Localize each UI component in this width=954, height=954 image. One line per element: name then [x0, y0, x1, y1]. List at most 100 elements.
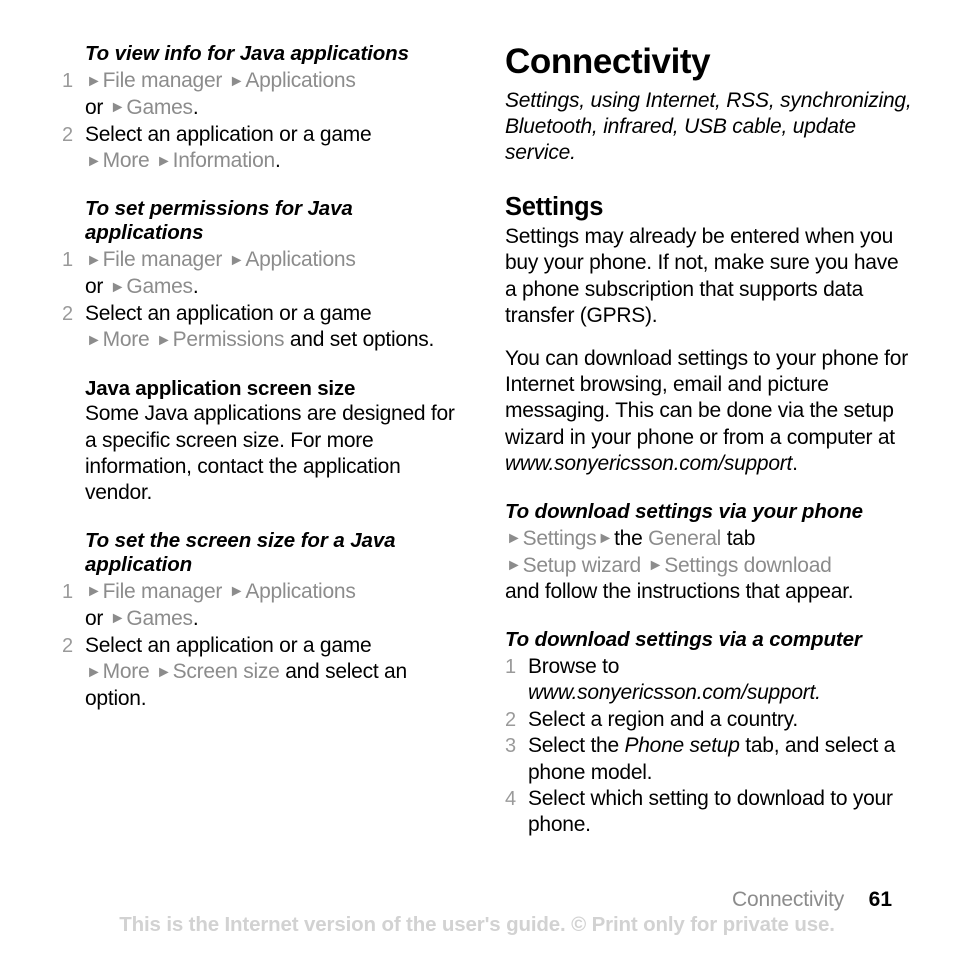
menu-token: Permissions — [172, 328, 285, 352]
menu-token: Games — [126, 275, 193, 299]
procedure-steps: 1 ►File manager ►Applications or ►Games. … — [62, 579, 462, 713]
list-item: 1 ►File manager ►Applications or ►Games. — [62, 68, 462, 122]
step-text: Select a region and a country. — [528, 708, 798, 731]
list-item: 3 Select the Phone setup tab, and select… — [505, 733, 915, 786]
list-item: 2 Select an application or a game ►More ►… — [62, 301, 462, 354]
step-number: 1 — [62, 249, 73, 272]
menu-arrow-icon: ► — [228, 251, 245, 269]
step-tail: and follow the instructions that appear. — [505, 580, 854, 604]
step-text: Select which setting to download to your… — [528, 787, 893, 836]
step-number: 1 — [505, 655, 516, 678]
procedure-heading: To download settings via a computer — [505, 627, 862, 651]
menu-arrow-icon: ► — [109, 99, 126, 117]
manual-page: To view info for Java applications 1 ►Fi… — [0, 0, 954, 954]
menu-token: File manager — [102, 579, 223, 603]
menu-arrow-icon: ► — [86, 331, 102, 349]
step-lead: Select the — [528, 734, 625, 758]
body-paragraph: Settings may already be entered when you… — [505, 225, 899, 328]
list-item: 2 Select a region and a country. — [505, 707, 915, 733]
menu-arrow-icon: ► — [156, 663, 172, 681]
menu-arrow-icon: ► — [109, 278, 126, 296]
procedure-instruction: ►Settings►the General tab ►Setup wizard ►… — [505, 526, 915, 606]
menu-token: More — [102, 660, 150, 684]
list-item: 2 Select an application or a game ►More ►… — [62, 633, 462, 713]
step-lead: Select an application or a game — [85, 122, 372, 146]
list-item: 2 Select an application or a game ►More ►… — [62, 122, 462, 175]
step-tail: . — [274, 149, 281, 173]
menu-arrow-icon: ► — [86, 251, 102, 269]
step-number: 2 — [62, 123, 73, 146]
menu-token: File manager — [102, 69, 223, 92]
right-column: Connectivity Settings, using Internet, R… — [505, 42, 915, 839]
step-lead: Select a region and a country. — [528, 707, 798, 731]
paragraph-text: You can download settings to your phone … — [505, 346, 908, 449]
menu-arrow-icon: ► — [156, 152, 172, 170]
step-connector: or — [85, 95, 104, 119]
left-column: To view info for Java applications 1 ►Fi… — [62, 42, 462, 712]
step-connector: tab — [726, 526, 756, 550]
step-connector: or — [85, 275, 104, 299]
menu-token: More — [102, 149, 150, 173]
step-number: 1 — [62, 580, 73, 603]
menu-arrow-icon: ► — [647, 557, 664, 575]
running-head: Connectivity — [732, 888, 844, 911]
step-number: 4 — [505, 787, 516, 810]
menu-arrow-icon: ► — [228, 583, 245, 601]
step-lead: Select which setting to download to your… — [528, 786, 893, 837]
step-number: 1 — [62, 70, 73, 92]
step-number: 3 — [505, 735, 516, 758]
page-number: 61 — [868, 888, 892, 911]
step-connector: the — [614, 526, 643, 550]
menu-arrow-icon: ► — [86, 583, 102, 601]
procedure-steps: 1 ►File manager ►Applications or ►Games. … — [62, 68, 462, 175]
menu-token: Games — [126, 606, 193, 630]
step-text: Select the Phone setup tab, and select a… — [528, 734, 895, 783]
subsection-heading: Java application screen size — [85, 377, 356, 401]
menu-token: Applications — [245, 248, 356, 272]
menu-token: Applications — [245, 69, 356, 92]
body-paragraph: Some Java applications are designed for … — [85, 402, 455, 505]
menu-token: Setup wizard — [522, 553, 642, 577]
step-punctuation: . — [192, 95, 199, 119]
menu-arrow-icon: ► — [228, 72, 245, 90]
disclaimer-notice: This is the Internet version of the user… — [119, 913, 835, 936]
step-lead: Select an application or a game — [85, 301, 372, 325]
menu-arrow-icon: ► — [506, 530, 522, 548]
step-text: Select an application or a game ►More ►Pe… — [85, 302, 434, 351]
tab-name: Phone setup — [624, 734, 740, 758]
step-text: Select an application or a game ►More ►In… — [85, 122, 372, 173]
paragraph-punctuation: . — [792, 452, 798, 476]
chapter-subtitle: Settings, using Internet, RSS, synchroni… — [505, 89, 912, 164]
menu-token: Games — [126, 95, 193, 119]
step-connector: or — [85, 606, 104, 630]
list-item: 1 ►File manager ►Applications or ►Games. — [62, 579, 462, 633]
menu-arrow-icon: ► — [109, 610, 126, 628]
menu-token: File manager — [102, 248, 223, 272]
page-title: Connectivity — [505, 42, 711, 81]
support-url: www.sonyericsson.com/support — [528, 681, 816, 705]
menu-token: Settings download — [664, 553, 832, 577]
step-text: ►File manager ►Applications or ►Games. — [85, 69, 356, 119]
menu-arrow-icon: ► — [156, 331, 172, 349]
menu-token: Screen size — [172, 660, 280, 684]
procedure-steps: 1 ►File manager ►Applications or ►Games. … — [62, 247, 462, 354]
procedure-heading: To view info for Java applications — [85, 42, 409, 65]
menu-arrow-icon: ► — [86, 72, 102, 90]
menu-arrow-icon: ► — [86, 152, 102, 170]
footer: Connectivity 61 — [732, 888, 892, 912]
procedure-heading: To set permissions for Java applications — [85, 197, 353, 245]
step-lead: Select an application or a game — [85, 633, 372, 657]
menu-arrow-icon: ► — [506, 557, 522, 575]
list-item: 1 Browse to www.sonyericsson.com/support… — [505, 654, 915, 707]
step-punctuation: . — [815, 681, 821, 705]
step-tail: and set options. — [284, 328, 435, 352]
menu-token: General — [648, 526, 722, 550]
step-number: 2 — [62, 634, 73, 657]
step-punctuation: . — [192, 275, 199, 299]
procedure-steps: 1 Browse to www.sonyericsson.com/support… — [505, 654, 915, 839]
